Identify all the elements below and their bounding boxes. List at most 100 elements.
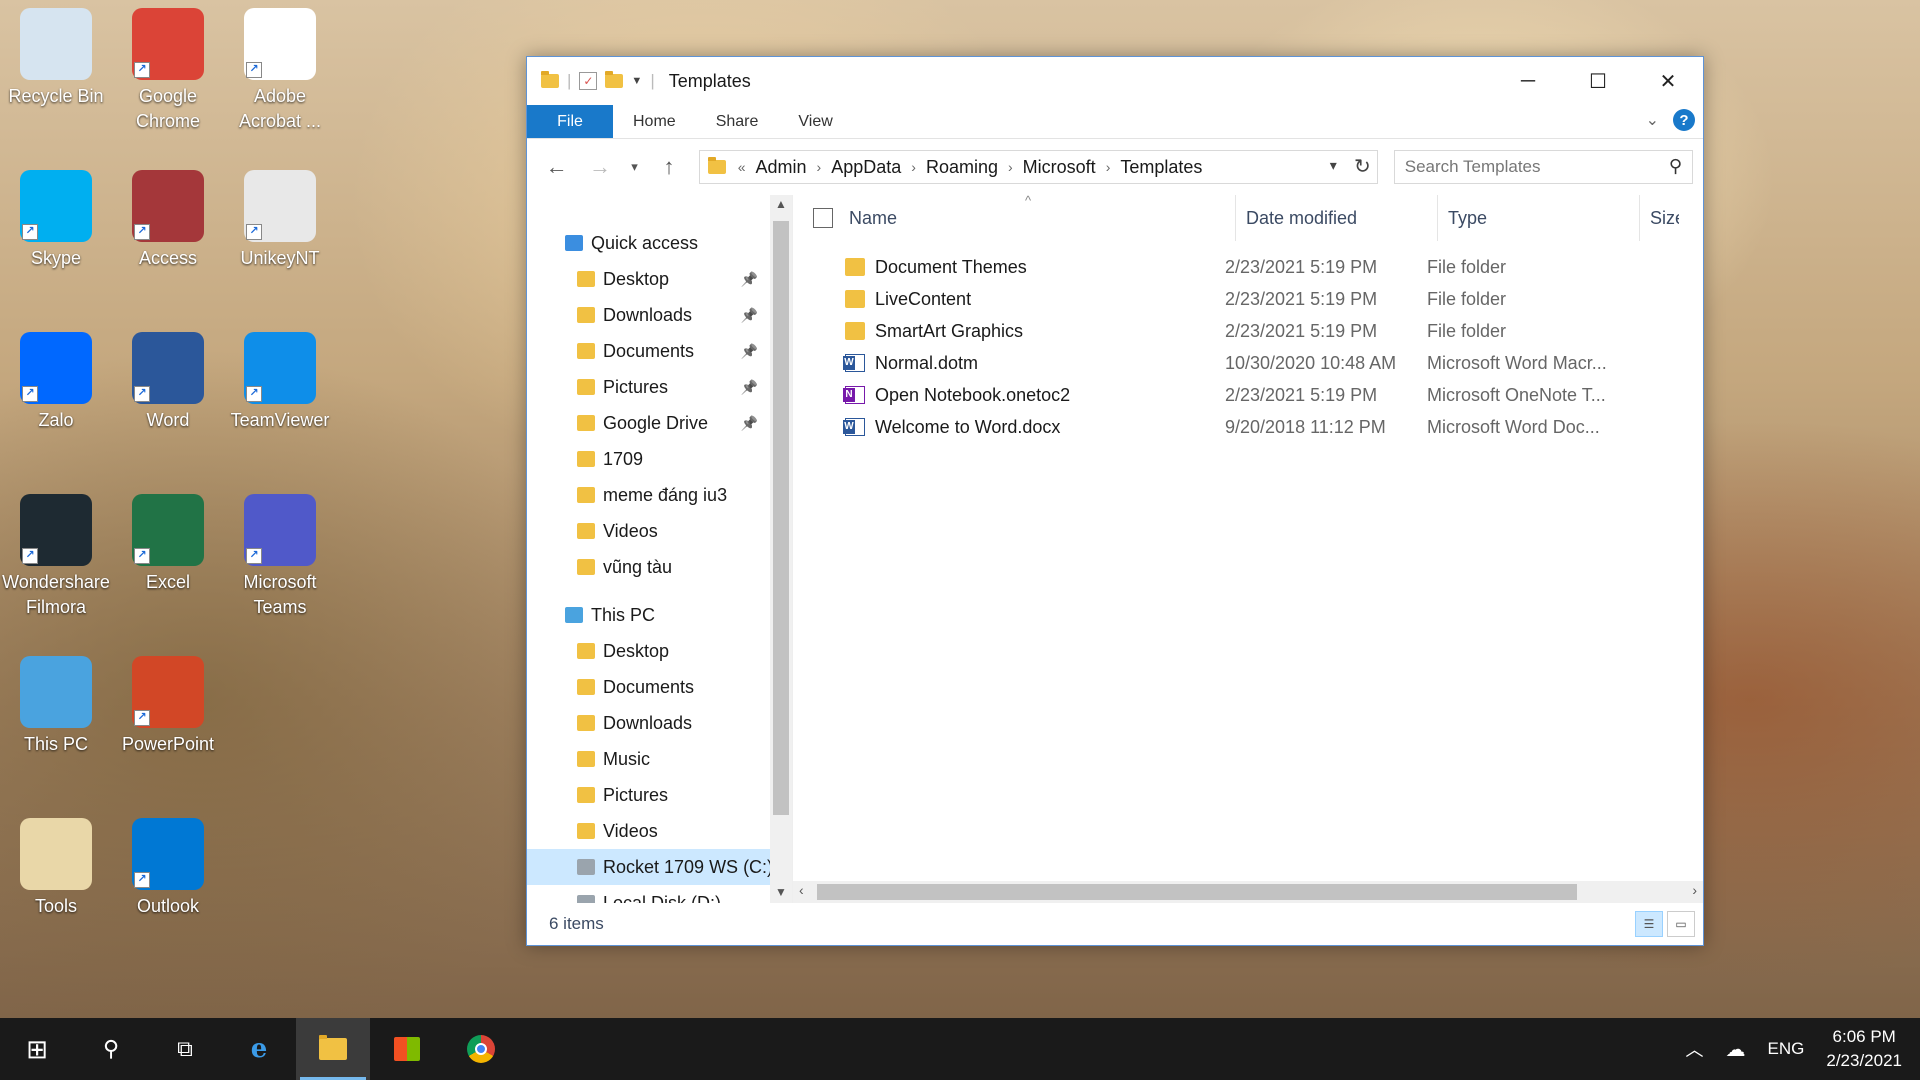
desktop-icon-word[interactable]: ↗ Word <box>112 332 224 433</box>
nav-item[interactable]: Rocket 1709 WS (C:) <box>527 849 792 885</box>
breadcrumb-item[interactable]: AppData <box>825 157 907 178</box>
desktop-icon-zalo[interactable]: ↗ Zalo <box>0 332 112 433</box>
nav-item[interactable]: Quick access <box>527 225 792 261</box>
search-input[interactable]: Search Templates ⚲ <box>1393 150 1694 184</box>
file-row[interactable]: Welcome to Word.docx 9/20/2018 11:12 PM Mi… <box>793 411 1703 443</box>
breadcrumb-item[interactable]: Microsoft <box>1017 157 1102 178</box>
edge-taskbar-button[interactable]: e <box>222 1018 296 1080</box>
nav-scrollbar[interactable]: ▲ ▼ <box>770 195 792 903</box>
start-button[interactable]: ⊞ <box>0 1018 74 1080</box>
back-button[interactable]: ← <box>537 154 576 180</box>
title-bar[interactable]: | ✓ ▼ | Templates ─ ☐ ✕ <box>527 57 1703 105</box>
address-bar[interactable]: « Admin › AppData › Roaming › Microsoft › Templa… <box>698 150 1378 184</box>
file-row[interactable]: Normal.dotm 10/30/2020 10:48 AM Microsoft … <box>793 347 1703 379</box>
new-folder-icon[interactable] <box>605 71 624 88</box>
desktop-icon-outlook[interactable]: ↗ Outlook <box>112 818 224 919</box>
desktop-icon-teamviewer[interactable]: ↗ TeamViewer <box>224 332 336 433</box>
nav-item[interactable]: Videos <box>527 813 792 849</box>
desktop-icon-recycle-bin[interactable]: Recycle Bin <box>0 8 112 109</box>
nav-item[interactable]: 1709 <box>527 441 792 477</box>
desktop-icon-google-chrome[interactable]: ↗ Google Chrome <box>112 8 224 134</box>
scroll-down-icon[interactable]: ▼ <box>775 885 787 899</box>
desktop-icon-this-pc[interactable]: This PC <box>0 656 112 757</box>
tab-view[interactable]: View <box>778 105 852 138</box>
nav-item[interactable]: Google Drive 📌 <box>527 405 792 441</box>
file-row[interactable]: Open Notebook.onetoc2 2/23/2021 5:19 PM Mi… <box>793 379 1703 411</box>
column-type[interactable]: Type <box>1437 195 1639 241</box>
forward-button[interactable]: → <box>580 154 619 180</box>
search-icon[interactable]: ⚲ <box>1669 156 1682 177</box>
expand-ribbon-chevron-icon[interactable]: ⌄ <box>1646 110 1659 130</box>
refresh-icon[interactable]: ↻ <box>1354 154 1371 179</box>
scroll-left-icon[interactable]: ‹ <box>799 882 804 898</box>
breadcrumb-chevron-icon[interactable]: › <box>907 159 920 175</box>
file-row[interactable]: Document Themes 2/23/2021 5:19 PM File fol… <box>793 251 1703 283</box>
desktop-icon-excel[interactable]: ↗ Excel <box>112 494 224 595</box>
breadcrumb-chevron-icon[interactable]: › <box>1102 159 1115 175</box>
address-dropdown-icon[interactable]: ▾ <box>1330 157 1337 174</box>
desktop-icon-powerpoint[interactable]: ↗ PowerPoint <box>112 656 224 757</box>
recent-locations-chevron-icon[interactable]: ▾ <box>624 159 646 175</box>
breadcrumb-item[interactable]: Templates <box>1114 157 1208 178</box>
details-view-button[interactable]: ☰ <box>1635 911 1663 937</box>
search-button[interactable]: ⚲ <box>74 1018 148 1080</box>
nav-item[interactable]: Pictures <box>527 777 792 813</box>
drive-icon <box>577 859 595 875</box>
nav-item[interactable]: meme đáng iu3 <box>527 477 792 513</box>
store-taskbar-button[interactable] <box>370 1018 444 1080</box>
desktop-icon-skype[interactable]: ↗ Skype <box>0 170 112 271</box>
nav-item[interactable]: Documents <box>527 669 792 705</box>
file-list-hscrollbar[interactable]: ‹ › <box>793 881 1703 903</box>
breadcrumb-chevron-icon[interactable]: › <box>1004 159 1017 175</box>
desktop-icon-wondershare-filmora[interactable]: ↗ Wondershare Filmora <box>0 494 112 620</box>
address-overflow[interactable]: « <box>734 159 750 175</box>
nav-item[interactable]: Pictures 📌 <box>527 369 792 405</box>
desktop-icon-access[interactable]: ↗ Access <box>112 170 224 271</box>
nav-item[interactable]: Desktop 📌 <box>527 261 792 297</box>
onedrive-cloud-icon[interactable]: ☁ <box>1726 1037 1746 1062</box>
up-button[interactable]: ↑ <box>649 154 688 180</box>
properties-icon[interactable]: ✓ <box>579 72 598 90</box>
scroll-up-icon[interactable]: ▲ <box>775 197 787 211</box>
nav-item[interactable]: Local Disk (D:) <box>527 885 792 903</box>
scroll-right-icon[interactable]: › <box>1692 882 1697 898</box>
breadcrumb-chevron-icon[interactable]: › <box>813 159 826 175</box>
clock[interactable]: 6:06 PM 2/23/2021 <box>1826 1025 1902 1073</box>
nav-item[interactable]: Music <box>527 741 792 777</box>
nav-item[interactable]: vũng tàu <box>527 549 792 585</box>
nav-item[interactable]: Desktop <box>527 633 792 669</box>
customize-qat-chevron-icon[interactable]: ▼ <box>631 75 642 87</box>
nav-item[interactable]: This PC <box>527 597 792 633</box>
tab-share[interactable]: Share <box>696 105 779 138</box>
nav-item[interactable]: Downloads 📌 <box>527 297 792 333</box>
column-name[interactable]: Name <box>849 208 1235 229</box>
column-date-modified[interactable]: Date modified <box>1235 195 1437 241</box>
file-explorer-taskbar-button[interactable] <box>296 1018 370 1080</box>
chrome-taskbar-button[interactable] <box>444 1018 518 1080</box>
nav-scrollbar-thumb[interactable] <box>773 221 789 815</box>
tab-home[interactable]: Home <box>613 105 696 138</box>
nav-item[interactable]: Videos <box>527 513 792 549</box>
task-view-button[interactable]: ⧉ <box>148 1018 222 1080</box>
hscrollbar-thumb[interactable] <box>817 884 1577 900</box>
breadcrumb-item[interactable]: Roaming <box>920 157 1004 178</box>
tab-file[interactable]: File <box>527 105 613 138</box>
select-all-checkbox[interactable] <box>813 208 833 228</box>
help-icon[interactable]: ? <box>1673 109 1695 131</box>
large-icons-view-button[interactable]: ▭ <box>1667 911 1695 937</box>
nav-item[interactable]: Documents 📌 <box>527 333 792 369</box>
maximize-button[interactable]: ☐ <box>1563 57 1633 105</box>
minimize-button[interactable]: ─ <box>1493 57 1563 105</box>
desktop-icon-tools[interactable]: Tools <box>0 818 112 919</box>
desktop-icon-microsoft-teams[interactable]: ↗ Microsoft Teams <box>224 494 336 620</box>
file-row[interactable]: SmartArt Graphics 2/23/2021 5:19 PM File f… <box>793 315 1703 347</box>
input-language[interactable]: ENG <box>1768 1039 1805 1059</box>
desktop-icon-unikeynt[interactable]: ↗ UnikeyNT <box>224 170 336 271</box>
breadcrumb-item[interactable]: Admin <box>750 157 813 178</box>
nav-item[interactable]: Downloads <box>527 705 792 741</box>
file-row[interactable]: LiveContent 2/23/2021 5:19 PM File folder <box>793 283 1703 315</box>
column-size[interactable]: Size <box>1639 195 1679 241</box>
show-hidden-icons-chevron-icon[interactable]: ︿ <box>1686 1036 1704 1062</box>
desktop-icon-adobe-acrobat[interactable]: ↗ Adobe Acrobat ... <box>224 8 336 134</box>
close-button[interactable]: ✕ <box>1633 57 1703 105</box>
